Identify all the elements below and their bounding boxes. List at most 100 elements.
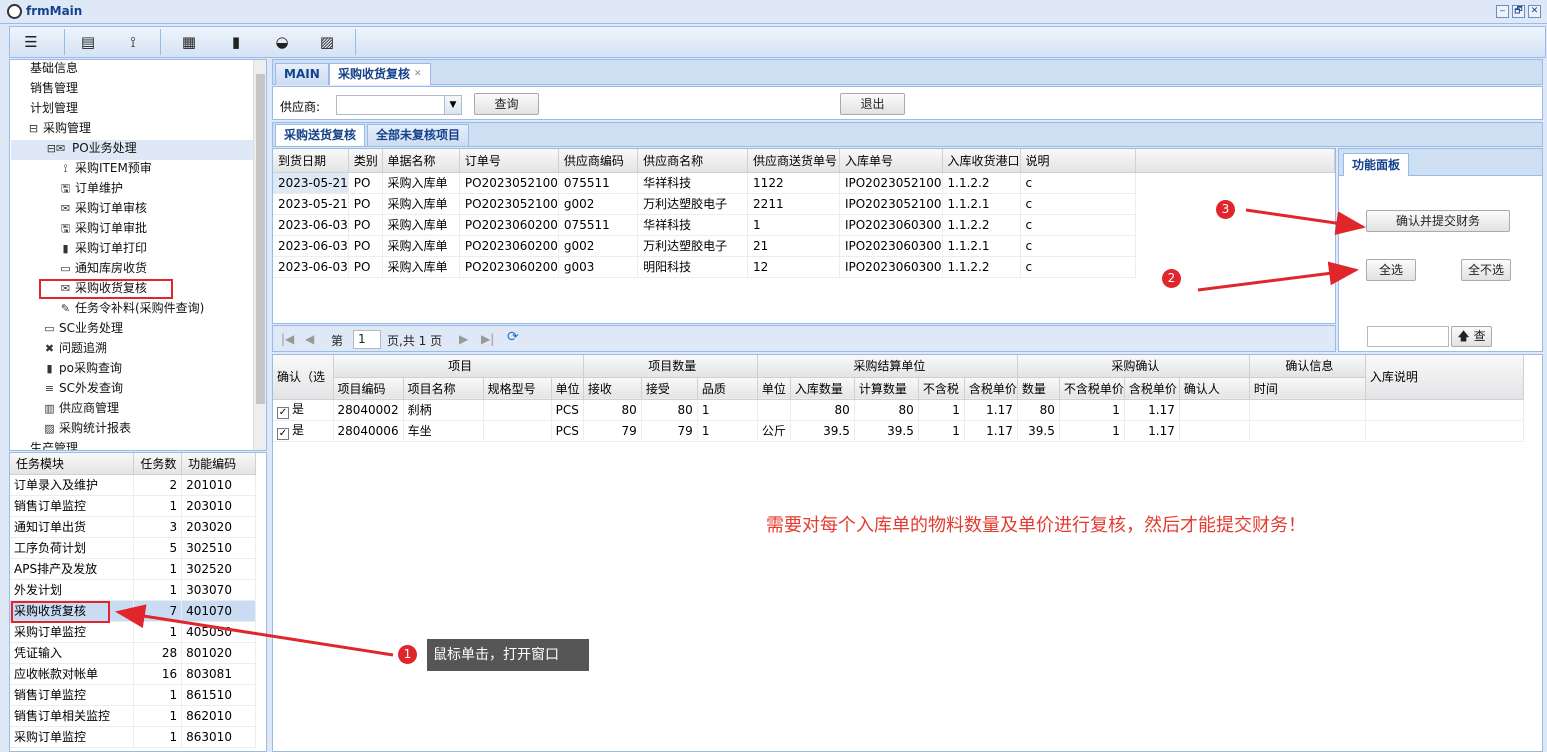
task-row[interactable]: 采购订单监控 1 405050 (10, 621, 256, 643)
item-column-header[interactable]: 含税单价 (964, 377, 1018, 400)
tree-item[interactable]: ▮ 采购订单打印 (58, 238, 147, 258)
tree-item[interactable]: 🖫 采购订单审批 (58, 218, 147, 238)
tree-item[interactable]: 销售管理 (30, 78, 78, 98)
item-column-header[interactable]: 规格型号 (483, 377, 552, 400)
task-row[interactable]: 应收帐款对帐单 16 803081 (10, 663, 256, 685)
refresh-icon[interactable]: ⟳ (507, 329, 519, 345)
item-column-header[interactable]: 数量 (1017, 377, 1060, 400)
select-none-button[interactable]: 全不选 (1461, 259, 1511, 281)
task-row[interactable]: 外发计划 1 303070 (10, 579, 256, 601)
prev-page-icon[interactable]: ◀ (305, 332, 314, 346)
item-column-header[interactable]: 含税单价 (1124, 377, 1180, 400)
panel-search-button[interactable]: 🡅 查 (1451, 326, 1492, 347)
receipt-column-header[interactable]: 说明 (1020, 149, 1136, 173)
receipt-column-header[interactable]: 类别 (348, 149, 383, 173)
task-row[interactable]: 通知订单出货 3 203020 (10, 516, 256, 538)
first-page-icon[interactable]: |◀ (281, 332, 294, 346)
tree-item[interactable]: ▥ 供应商管理 (42, 398, 119, 418)
query-button[interactable]: 查询 (474, 93, 539, 115)
tree-item[interactable]: ✖ 问题追溯 (42, 338, 107, 358)
receipt-column-header[interactable]: 入库单号 (839, 149, 943, 173)
tree-scrollbar[interactable] (253, 60, 266, 450)
page-input[interactable]: 1 (353, 330, 381, 349)
task-row[interactable]: APS排产及发放 1 302520 (10, 558, 256, 580)
tree-item[interactable]: ▭ 通知库房收货 (58, 258, 147, 278)
confirm-checkbox[interactable]: ✓ (277, 428, 289, 440)
document-icon[interactable]: ▤ (71, 30, 105, 54)
item-column-header[interactable]: 接受 (641, 377, 698, 400)
item-confirm-cell[interactable]: ✓ 是 (273, 399, 334, 421)
supplier-combo[interactable]: ▼ (336, 95, 462, 115)
task-row[interactable]: 凭证输入 28 801020 (10, 642, 256, 664)
tree-item[interactable]: ▭ SC业务处理 (42, 318, 123, 338)
minimize-button[interactable]: ‒ (1496, 5, 1509, 18)
confirm-submit-finance-button[interactable]: 确认并提交财务 (1366, 210, 1510, 232)
rss-icon[interactable]: ⟟ (116, 30, 150, 54)
receipt-column-header[interactable]: 单据名称 (382, 149, 460, 173)
receipt-row[interactable]: 2023-05-21 PO 采购入库单 PO2023052100 075511 华祥科技 1… (273, 172, 1335, 194)
lower-header-receipt-note[interactable]: 入库说明 (1365, 355, 1524, 400)
task-row[interactable]: 销售订单相关监控 1 862010 (10, 705, 256, 727)
tree-item[interactable]: ⟟ 采购ITEM预审 (58, 158, 151, 178)
task-row[interactable]: 采购订单监控 1 863010 (10, 726, 256, 748)
task-row[interactable]: 工序负荷计划 5 302510 (10, 537, 256, 559)
tree-item[interactable]: 🖫 订单维护 (58, 178, 123, 198)
image-icon[interactable]: ▨ (310, 30, 344, 54)
receipt-column-header[interactable]: 到货日期 (273, 149, 349, 173)
tree-item[interactable]: ▮ po采购查询 (42, 358, 122, 378)
tab-close-icon[interactable]: ✕ (414, 69, 422, 79)
tree-item[interactable]: 计划管理 (30, 98, 78, 118)
item-column-header[interactable]: 单位 (757, 377, 791, 400)
item-row[interactable]: ✓ 是 28040002 刹柄 PCS 80 80 1 80 80 1 1.17 80 1 1.17 (273, 399, 1524, 421)
item-column-header[interactable]: 不含税 (918, 377, 965, 400)
item-column-header[interactable]: 确认人 (1179, 377, 1250, 400)
tab-purchase-receipt-review[interactable]: 采购收货复核 ✕ (329, 63, 431, 85)
last-page-icon[interactable]: ▶| (481, 332, 494, 346)
receipt-row[interactable]: 2023-06-03 PO 采购入库单 PO2023060200 g002 万利达塑胶电子… (273, 235, 1335, 257)
item-column-header[interactable]: 时间 (1249, 377, 1366, 400)
inbox-icon[interactable]: ◒ (265, 30, 299, 54)
receipt-row[interactable]: 2023-05-21 PO 采购入库单 PO2023052100 g002 万利达塑胶电子… (273, 193, 1335, 215)
close-button[interactable]: ✕ (1528, 5, 1541, 18)
item-column-header[interactable]: 不含税单价 (1059, 377, 1125, 400)
tab-main[interactable]: MAIN (275, 63, 329, 85)
tree-item[interactable]: 基础信息 (30, 60, 78, 78)
item-column-header[interactable]: 项目名称 (403, 377, 484, 400)
tree-item[interactable]: ⊟✉ PO业务处理 (42, 138, 137, 158)
menu-icon[interactable]: ☰ (14, 30, 48, 54)
bookmark-icon[interactable]: ▮ (219, 30, 253, 54)
select-all-button[interactable]: 全选 (1366, 259, 1416, 281)
tab-all-unreviewed[interactable]: 全部未复核项目 (367, 124, 470, 146)
item-column-header[interactable]: 接收 (583, 377, 642, 400)
item-column-header[interactable]: 单位 (551, 377, 584, 400)
item-confirm-cell[interactable]: ✓ 是 (273, 420, 334, 442)
tree-item[interactable]: ✉ 采购订单审核 (58, 198, 147, 218)
tree-item[interactable]: ▨ 采购统计报表 (42, 418, 131, 438)
item-column-header[interactable]: 品质 (697, 377, 758, 400)
receipt-row[interactable]: 2023-06-03 PO 采购入库单 PO2023060200 075511 华祥科技 1… (273, 214, 1335, 236)
item-column-header[interactable]: 计算数量 (854, 377, 919, 400)
task-row[interactable]: 销售订单监控 1 203010 (10, 495, 256, 517)
lower-header-confirm[interactable]: 确认（选 (273, 355, 334, 400)
calendar-icon[interactable]: ▦ (172, 30, 206, 54)
task-header-module[interactable]: 任务模块 (10, 453, 135, 475)
restore-button[interactable]: 🗗 (1512, 5, 1525, 18)
panel-search-input[interactable] (1367, 326, 1449, 347)
item-row[interactable]: ✓ 是 28040006 车坐 PCS 79 79 1 公斤 39.5 39.5 1 1.17 39.5 1… (273, 420, 1524, 442)
chevron-down-icon[interactable]: ▼ (444, 96, 461, 114)
item-column-header[interactable]: 项目编码 (333, 377, 404, 400)
confirm-checkbox[interactable]: ✓ (277, 407, 289, 419)
receipt-column-header[interactable]: 入库收货港口 (942, 149, 1021, 173)
next-page-icon[interactable]: ▶ (459, 332, 468, 346)
tree-item[interactable]: ≡ SC外发查询 (42, 378, 123, 398)
receipt-column-header[interactable]: 供应商名称 (637, 149, 749, 173)
receipt-column-header[interactable]: 供应商编码 (558, 149, 639, 173)
tree-item[interactable]: 生产管理 (30, 438, 78, 450)
item-column-header[interactable]: 入库数量 (790, 377, 855, 400)
receipt-column-header[interactable]: 订单号 (459, 149, 559, 173)
task-row[interactable]: 销售订单监控 1 861510 (10, 684, 256, 706)
tree-item[interactable]: ⊟ 采购管理 (26, 118, 91, 138)
task-row[interactable]: 订单录入及维护 2 201010 (10, 474, 256, 496)
task-header-count[interactable]: 任务数 (133, 453, 183, 475)
exit-button[interactable]: 退出 (840, 93, 905, 115)
